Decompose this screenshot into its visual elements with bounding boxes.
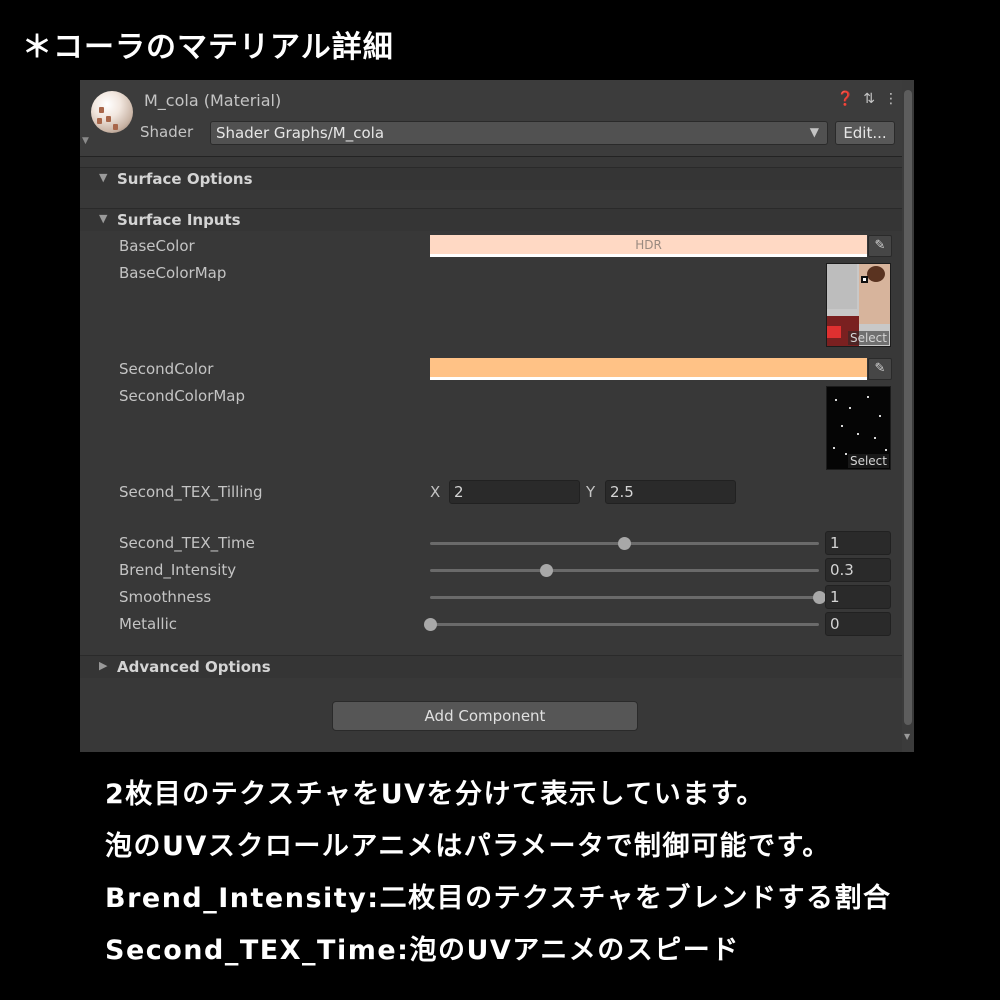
second-color-label: SecondColor bbox=[119, 360, 214, 378]
smoothness-slider[interactable] bbox=[430, 596, 819, 599]
base-color-map-label: BaseColorMap bbox=[119, 264, 227, 282]
shader-label: Shader bbox=[140, 123, 194, 141]
base-color-label: BaseColor bbox=[119, 237, 195, 255]
section-title: Surface Inputs bbox=[117, 211, 241, 229]
texture-speck bbox=[867, 396, 869, 398]
dropdown-arrow-icon: ▼ bbox=[809, 125, 819, 139]
texture-block bbox=[827, 264, 857, 309]
section-surface-inputs[interactable]: ▼ Surface Inputs bbox=[80, 208, 902, 231]
sphere-dot bbox=[97, 118, 102, 124]
section-title: Surface Options bbox=[117, 170, 253, 188]
add-component-button[interactable]: Add Component bbox=[332, 701, 638, 731]
second-tex-tilling-label: Second_TEX_Tilling bbox=[119, 483, 263, 501]
texture-block bbox=[867, 266, 885, 282]
slider-knob[interactable] bbox=[618, 537, 631, 550]
texture-speck bbox=[835, 399, 837, 401]
description-line: 泡のUVスクロールアニメはパラメータで制御可能です。 bbox=[105, 831, 831, 862]
tilling-x-field[interactable]: 2 bbox=[449, 480, 580, 504]
tilling-y-label: Y bbox=[586, 483, 596, 501]
hdr-badge: HDR bbox=[635, 238, 662, 252]
texture-block bbox=[861, 276, 868, 283]
kebab-menu-icon[interactable]: ⋮ bbox=[884, 91, 898, 107]
eyedropper-icon[interactable]: ✎ bbox=[868, 235, 892, 257]
select-label[interactable]: Select bbox=[847, 454, 889, 468]
second-color-map-thumbnail[interactable]: Select bbox=[826, 386, 891, 470]
foldout-icon: ▼ bbox=[99, 212, 108, 225]
description-line: 2枚目のテクスチャをUVを分けて表示しています。 bbox=[105, 779, 766, 810]
smoothness-field[interactable]: 1 bbox=[825, 585, 891, 609]
second-color-field[interactable] bbox=[430, 358, 867, 380]
metallic-label: Metallic bbox=[119, 615, 177, 633]
description-line: Second_TEX_Time:泡のUVアニメのスピード bbox=[105, 935, 740, 966]
vertical-scrollbar[interactable]: ▼ bbox=[902, 80, 914, 752]
sphere-dot bbox=[113, 124, 118, 130]
section-title: Advanced Options bbox=[117, 658, 271, 676]
texture-speck bbox=[849, 407, 851, 409]
scroll-down-arrow-icon[interactable]: ▼ bbox=[904, 732, 910, 741]
second-color-map-label: SecondColorMap bbox=[119, 387, 246, 405]
metallic-field[interactable]: 0 bbox=[825, 612, 891, 636]
base-color-map-thumbnail[interactable]: Select bbox=[826, 263, 891, 347]
sphere-dot bbox=[99, 107, 104, 113]
preset-icon[interactable]: ⇅ bbox=[863, 91, 875, 107]
second-tex-time-label: Second_TEX_Time bbox=[119, 534, 255, 552]
texture-speck bbox=[841, 425, 843, 427]
page-heading: ＊コーラのマテリアル詳細 bbox=[22, 30, 394, 65]
help-icon[interactable]: ❓ bbox=[837, 91, 854, 107]
select-label[interactable]: Select bbox=[847, 331, 889, 345]
description-line: Brend_Intensity:二枚目のテクスチャをブレンドする割合 bbox=[105, 883, 892, 914]
section-surface-options[interactable]: ▼ Surface Options bbox=[80, 167, 902, 190]
brend-intensity-field[interactable]: 0.3 bbox=[825, 558, 891, 582]
brend-intensity-slider[interactable] bbox=[430, 569, 819, 572]
material-sphere-icon bbox=[91, 91, 133, 133]
slider-knob[interactable] bbox=[423, 618, 437, 631]
slider-knob[interactable] bbox=[812, 591, 826, 604]
scrollbar-thumb[interactable] bbox=[904, 90, 912, 725]
edit-shader-button[interactable]: Edit... bbox=[835, 121, 895, 145]
smoothness-label: Smoothness bbox=[119, 588, 212, 606]
tilling-x-label: X bbox=[430, 483, 441, 501]
material-inspector: ▼ M_cola (Material) ❓ ⇅ ⋮ Shader Shader … bbox=[80, 80, 914, 752]
texture-speck bbox=[845, 453, 847, 455]
brend-intensity-label: Brend_Intensity bbox=[119, 561, 237, 579]
section-advanced-options[interactable]: ▶ Advanced Options bbox=[80, 655, 902, 678]
texture-speck bbox=[879, 415, 881, 417]
inspector-body: ▼ M_cola (Material) ❓ ⇅ ⋮ Shader Shader … bbox=[80, 80, 902, 752]
metallic-slider[interactable] bbox=[430, 623, 819, 626]
texture-speck bbox=[885, 449, 887, 451]
material-header: ▼ M_cola (Material) ❓ ⇅ ⋮ Shader Shader … bbox=[80, 80, 902, 157]
second-tex-time-field[interactable]: 1 bbox=[825, 531, 891, 555]
header-icons: ❓ ⇅ ⋮ bbox=[837, 91, 898, 107]
slider-knob[interactable] bbox=[540, 564, 554, 577]
header-foldout-icon[interactable]: ▼ bbox=[82, 136, 89, 146]
material-title: M_cola (Material) bbox=[144, 91, 282, 110]
tilling-y-field[interactable]: 2.5 bbox=[605, 480, 736, 504]
texture-block bbox=[827, 326, 841, 338]
shader-dropdown[interactable]: Shader Graphs/M_cola ▼ bbox=[210, 121, 828, 145]
foldout-icon: ▼ bbox=[99, 171, 108, 184]
texture-speck bbox=[833, 447, 835, 449]
texture-speck bbox=[857, 433, 859, 435]
shader-value: Shader Graphs/M_cola bbox=[216, 124, 385, 142]
foldout-icon: ▶ bbox=[99, 659, 108, 672]
base-color-field[interactable]: HDR bbox=[430, 235, 867, 257]
eyedropper-icon[interactable]: ✎ bbox=[868, 358, 892, 380]
sphere-dot bbox=[106, 116, 111, 122]
texture-speck bbox=[874, 437, 876, 439]
